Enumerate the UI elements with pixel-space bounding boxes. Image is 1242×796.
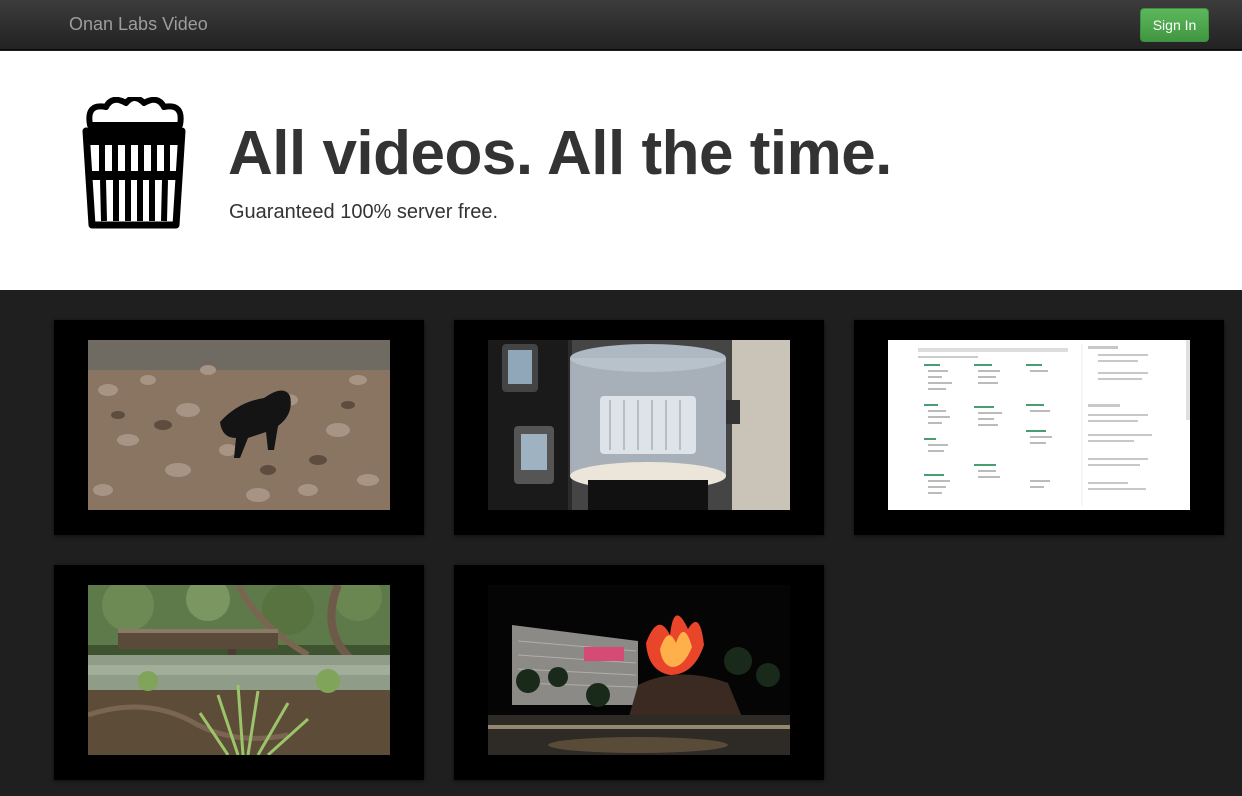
video-tile[interactable] [54, 565, 424, 780]
popcorn-icon [82, 97, 186, 229]
video-thumbnail[interactable] [888, 340, 1190, 510]
hero-tagline: Guaranteed 100% server free. [229, 201, 499, 223]
video-tile[interactable] [54, 320, 424, 535]
video-tile[interactable] [454, 320, 824, 535]
display-case-image [488, 340, 790, 510]
video-tile[interactable] [854, 320, 1224, 535]
video-thumbnail[interactable] [88, 340, 390, 510]
video-thumbnail[interactable] [488, 585, 790, 755]
navbar: Onan Labs Video Sign In [0, 0, 1242, 50]
brand-link[interactable]: Onan Labs Video [69, 14, 208, 35]
web-console-image [888, 340, 1190, 510]
creek-bridge-image [88, 585, 390, 755]
sign-in-button[interactable]: Sign In [1140, 8, 1209, 42]
hero-headline: All videos. All the time. [228, 119, 892, 188]
video-tile[interactable] [454, 565, 824, 780]
volcano-night-image [488, 585, 790, 755]
video-thumbnail[interactable] [88, 585, 390, 755]
dog-riverbank-image [88, 340, 390, 510]
hero-banner: All videos. All the time. Guaranteed 100… [0, 51, 1242, 290]
video-thumbnail[interactable] [488, 340, 790, 510]
